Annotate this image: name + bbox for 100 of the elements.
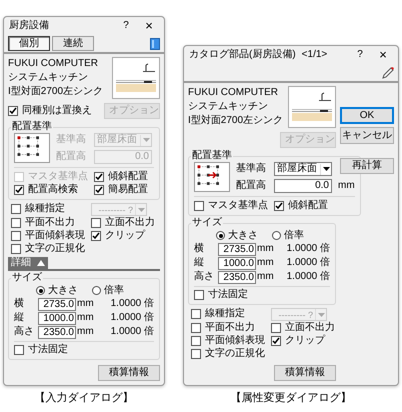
radio-label: 倍率 — [284, 230, 304, 242]
radio-label: 倍率 — [104, 284, 124, 296]
radio-label: 大きさ — [48, 284, 78, 296]
unit-label: mm — [77, 326, 95, 338]
checkbox-label: 同種別は置換え — [22, 105, 92, 117]
checkbox-label: 線種指定 — [205, 308, 245, 320]
checkbox-label: マスタ基準点 — [208, 200, 268, 212]
reference-dropdown[interactable]: 部屋床面 — [274, 162, 332, 176]
checkbox[interactable] — [8, 106, 18, 116]
product-text: I型対面2700左シンク — [8, 85, 104, 99]
help-button[interactable]: ? — [119, 20, 133, 32]
dimension-field[interactable]: 1000.0 — [218, 256, 256, 270]
tab[interactable]: 個別 — [8, 36, 50, 51]
field-label: 配置高 — [236, 180, 267, 192]
radio-button[interactable] — [36, 286, 45, 295]
dimension-field[interactable]: 2350.0 — [218, 270, 256, 284]
checkbox[interactable] — [191, 349, 201, 359]
unit-label: mm — [77, 298, 95, 310]
checkbox[interactable] — [94, 172, 104, 182]
radio-label: 大きさ — [228, 230, 258, 242]
dimension-field[interactable]: 1000.0 — [38, 312, 76, 324]
dimension-label: 縦 — [14, 312, 25, 324]
checkbox-label: 平面不出力 — [25, 217, 75, 229]
checkbox[interactable] — [271, 336, 281, 346]
checkbox[interactable] — [11, 218, 21, 228]
product-text: FUKUI COMPUTER — [8, 57, 99, 71]
recalculate-button[interactable]: 再計算 — [340, 158, 394, 174]
ratio-text: 1.0000 倍 — [110, 326, 154, 338]
checkbox[interactable] — [14, 185, 24, 195]
height-field[interactable]: 0.0 — [274, 179, 332, 193]
dimension-label: 横 — [14, 298, 25, 310]
checkbox-label: 平面傾斜表現 — [25, 230, 85, 242]
checkbox[interactable] — [194, 290, 204, 300]
dimension-label: 横 — [194, 243, 205, 255]
checkbox[interactable] — [11, 204, 21, 214]
dimension-field[interactable]: 2350.0 — [38, 326, 76, 338]
checkbox[interactable] — [191, 336, 201, 346]
group-title: 配置基準 — [191, 150, 233, 162]
checkbox[interactable] — [194, 201, 204, 211]
checkbox-label: クリップ — [285, 335, 325, 347]
checkbox-label: 寸法固定 — [208, 289, 248, 301]
placement-grid-icon — [194, 162, 230, 192]
group-title: サイズ — [191, 217, 223, 229]
checkbox-label: マスタ基準点 — [28, 171, 88, 183]
checkbox-label: 線種指定 — [25, 203, 65, 215]
ratio-text: 1.0000 倍 — [110, 298, 154, 310]
ratio-text: 1.0000 倍 — [286, 271, 330, 283]
close-button[interactable]: × — [373, 49, 393, 61]
checkbox-label: 文字の正規化 — [205, 348, 265, 360]
checkbox[interactable] — [191, 323, 201, 333]
unit-label: mm — [338, 180, 355, 192]
product-text: FUKUI COMPUTER — [188, 86, 279, 100]
checkbox[interactable] — [94, 185, 104, 195]
tab[interactable]: 連続 — [52, 36, 94, 51]
checkbox-label: 寸法固定 — [28, 344, 68, 356]
unit-label: mm — [77, 312, 95, 324]
checkbox-label: クリップ — [105, 230, 145, 242]
dimension-field[interactable]: 2735.0 — [218, 242, 256, 256]
caret-icon — [315, 309, 326, 320]
checkbox[interactable] — [11, 244, 21, 254]
checkbox[interactable] — [11, 231, 21, 241]
caret-icon — [320, 164, 331, 174]
help-button[interactable]: ? — [353, 49, 367, 61]
checkbox[interactable] — [274, 201, 284, 211]
checkbox-label: 平面不出力 — [205, 322, 255, 334]
estimate-button[interactable]: 積算情報 — [274, 365, 336, 381]
checkbox[interactable] — [14, 345, 24, 355]
estimate-button[interactable]: 積算情報 — [98, 365, 160, 381]
caret-icon — [135, 204, 146, 215]
detail-bar[interactable]: 詳細 — [8, 258, 160, 271]
close-button[interactable]: × — [139, 20, 159, 32]
field-label: 配置高 — [56, 151, 87, 163]
checkbox[interactable] — [91, 218, 101, 228]
placement-grid-icon — [14, 133, 50, 163]
dimension-label: 高さ — [14, 326, 35, 338]
checkbox[interactable] — [191, 309, 201, 319]
dimension-field[interactable]: 2735.0 — [38, 298, 76, 310]
product-text: I型対面2700左シンク — [188, 114, 284, 128]
radio-button[interactable] — [92, 286, 101, 295]
radio-button[interactable] — [216, 231, 225, 240]
book-icon[interactable] — [150, 38, 160, 50]
checkbox[interactable] — [91, 231, 101, 241]
dialog-button[interactable]: キャンセル — [340, 127, 394, 144]
detail-label: 詳細 — [11, 257, 31, 269]
ratio-text: 1.0000 倍 — [110, 312, 154, 324]
unit-label: mm — [257, 271, 275, 283]
pen-icon[interactable] — [382, 66, 394, 78]
radio-button[interactable] — [272, 231, 281, 240]
field-label: 基準高 — [56, 134, 87, 146]
dimension-label: 高さ — [194, 271, 215, 283]
caption: 【属性変更ダイアログ】 — [230, 392, 352, 404]
product-text: システムキッチン — [188, 100, 269, 114]
checkbox[interactable] — [271, 323, 281, 333]
window-title: カタログ部品(厨房設備) — [189, 49, 296, 61]
field-label: 基準高 — [236, 163, 267, 175]
caret-icon — [140, 134, 151, 146]
ratio-text: 1.0000 倍 — [286, 257, 330, 269]
dialog-button[interactable]: OK — [340, 107, 394, 124]
group-title: 配置基準 — [11, 121, 53, 133]
checkbox-label: 平面傾斜表現 — [205, 335, 265, 347]
